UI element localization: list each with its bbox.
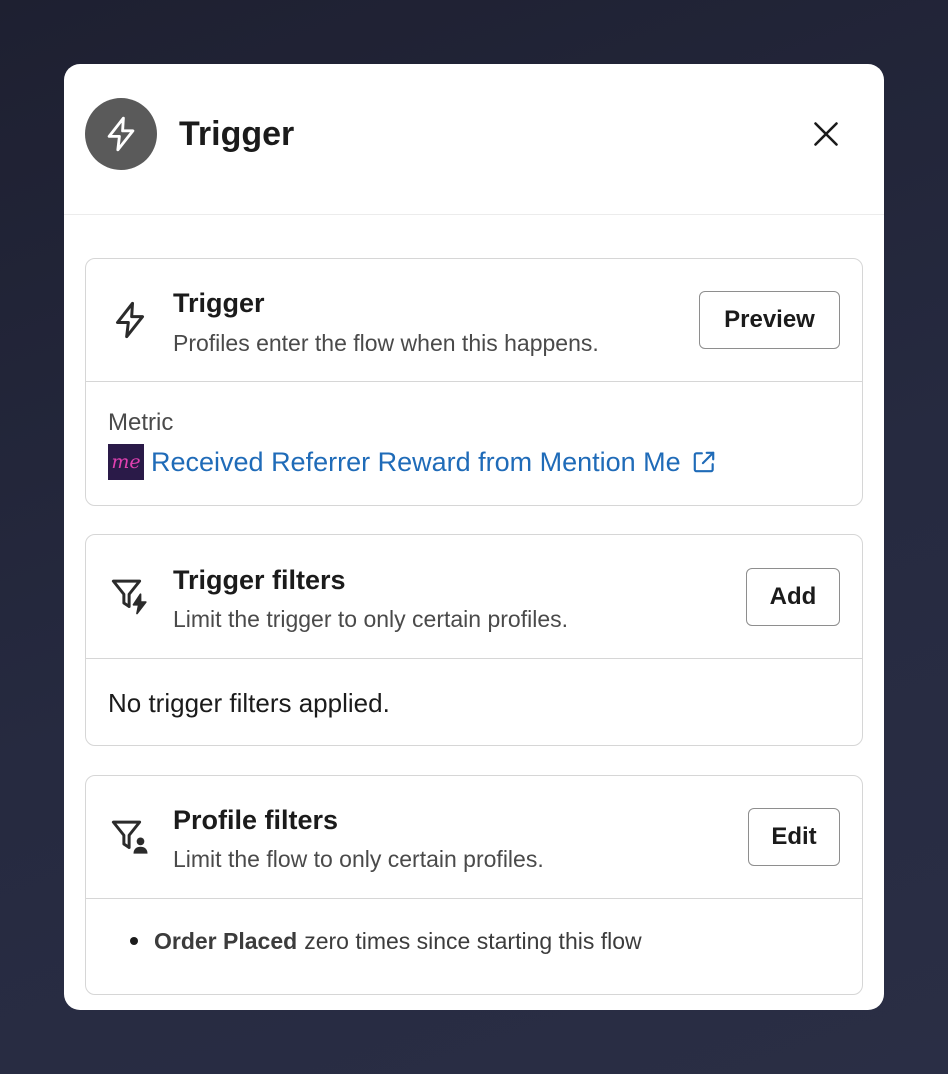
trigger-card: Trigger Profiles enter the flow when thi… (85, 258, 863, 506)
metric-row: me Received Referrer Reward from Mention… (108, 444, 717, 480)
metric-label: Metric (108, 409, 174, 436)
mention-me-logo: me (108, 444, 144, 480)
add-trigger-filter-button[interactable]: Add (746, 568, 840, 626)
panel-title: Trigger (179, 115, 295, 153)
external-link-icon[interactable] (691, 449, 717, 475)
panel-header: Trigger (64, 64, 884, 215)
close-icon (814, 122, 838, 146)
profile-filters-body: Order Placed zero times since starting t… (86, 899, 862, 994)
trigger-filters-header: Trigger filters Limit the trigger to onl… (86, 535, 862, 659)
trigger-filters-subtitle: Limit the trigger to only certain profil… (173, 606, 569, 632)
profile-filters-title: Profile filters (173, 805, 339, 835)
profile-filters-subtitle: Limit the flow to only certain profiles. (173, 846, 544, 872)
preview-button[interactable]: Preview (699, 291, 840, 349)
filter-metric: Order Placed (154, 928, 298, 954)
list-item: Order Placed zero times since starting t… (130, 927, 642, 955)
trigger-card-metric: Metric me Received Referrer Reward from … (86, 382, 862, 505)
edit-profile-filters-button[interactable]: Edit (748, 808, 840, 866)
trigger-card-title: Trigger (173, 288, 265, 318)
trigger-filters-body: No trigger filters applied. (86, 659, 862, 745)
trigger-panel: Trigger Trigger Profiles enter the flow … (64, 64, 884, 1010)
trigger-card-subtitle: Profiles enter the flow when this happen… (173, 330, 599, 356)
profile-filters-header: Profile filters Limit the flow to only c… (86, 776, 862, 899)
trigger-card-header: Trigger Profiles enter the flow when thi… (86, 259, 862, 382)
bullet-icon (130, 937, 138, 945)
lightning-icon (108, 298, 152, 342)
filter-person-icon (108, 815, 152, 859)
profile-filters-card: Profile filters Limit the flow to only c… (85, 775, 863, 995)
no-filters-text: No trigger filters applied. (108, 688, 390, 718)
lightning-icon (85, 98, 157, 170)
close-button[interactable] (804, 112, 848, 156)
filter-lightning-icon (108, 574, 152, 618)
mention-me-logo-text: me (111, 451, 141, 473)
metric-link[interactable]: Received Referrer Reward from Mention Me (151, 444, 681, 480)
filter-condition: zero times since starting this flow (304, 928, 642, 954)
trigger-filters-title: Trigger filters (173, 565, 346, 595)
trigger-filters-card: Trigger filters Limit the trigger to onl… (85, 534, 863, 746)
